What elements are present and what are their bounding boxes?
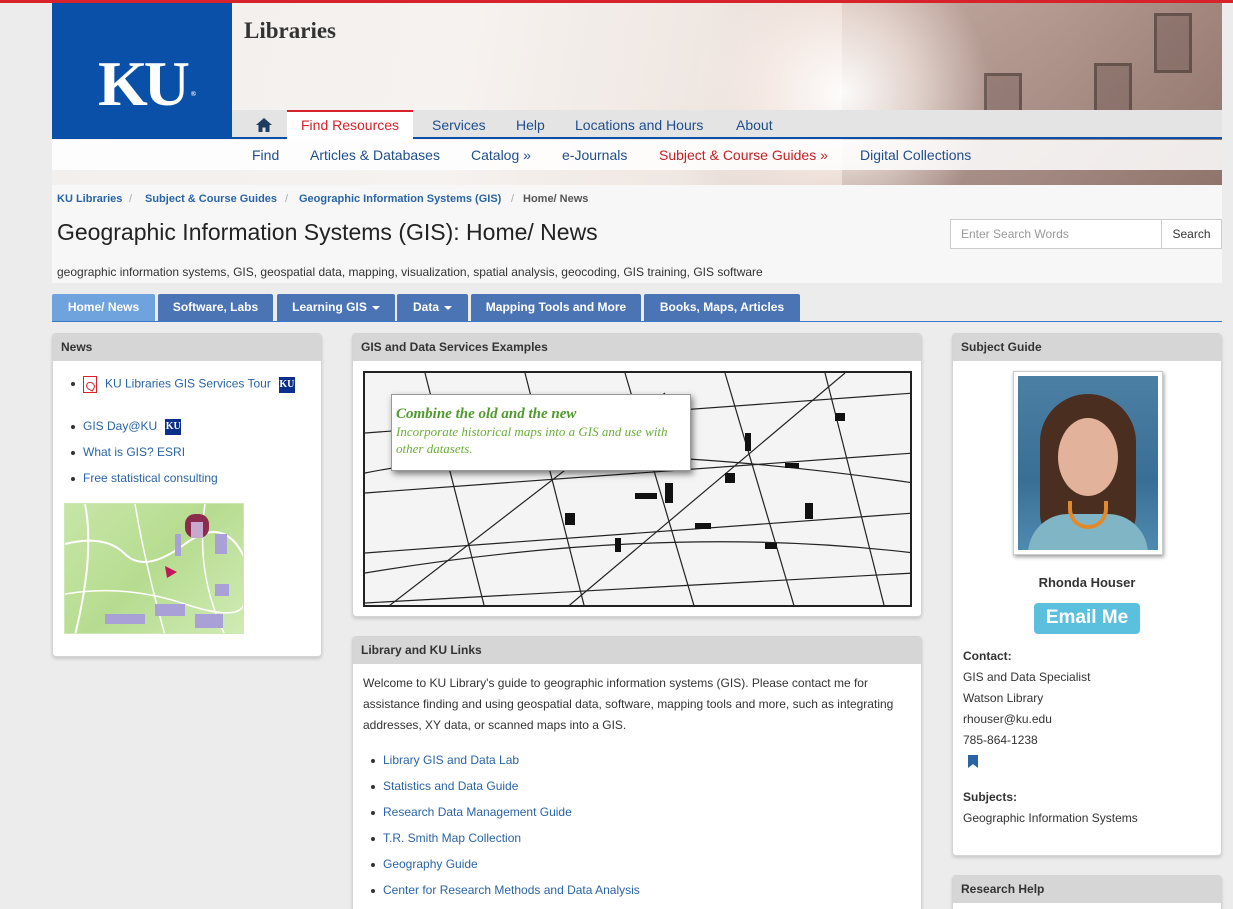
- avatar: [1018, 376, 1158, 550]
- link-statistics-guide[interactable]: Statistics and Data Guide: [383, 779, 518, 793]
- contact-email: rhouser@ku.edu: [963, 712, 1052, 726]
- bookmark-icon[interactable]: [968, 755, 978, 768]
- breadcrumb-separator: /: [511, 193, 515, 205]
- map-caption-title: Combine the old and the new: [396, 406, 577, 422]
- contact-location: Watson Library: [963, 691, 1044, 705]
- tab-books-maps-articles[interactable]: Books, Maps, Articles: [644, 294, 800, 321]
- map-caption-text: Incorporate historical maps into a GIS a…: [396, 424, 668, 456]
- news-panel: News KU Libraries GIS Services Tour KU GI…: [52, 333, 322, 657]
- list-item: T.R. Smith Map Collection: [365, 831, 921, 857]
- news-link-consulting[interactable]: Free statistical consulting: [83, 471, 218, 485]
- contact-title: GIS and Data Specialist: [963, 670, 1091, 684]
- list-item: Research Data Management Guide: [365, 805, 921, 831]
- news-list: KU Libraries GIS Services Tour KU GIS Day…: [65, 376, 295, 497]
- tab-mapping-tools[interactable]: Mapping Tools and More: [471, 294, 641, 321]
- email-me-button[interactable]: Email Me: [1034, 603, 1140, 634]
- tab-home-news[interactable]: Home/ News: [52, 294, 155, 321]
- list-item: GIS Day@KU KU: [65, 419, 295, 445]
- subjects-label: Subjects:: [963, 790, 1018, 804]
- map-caption-box: Combine the old and the new Incorporate …: [391, 394, 691, 471]
- guide-tabs: Home/ News Software, Labs Learning GIS D…: [52, 294, 1222, 322]
- nav-locations-hours[interactable]: Locations and Hours: [575, 110, 703, 139]
- nav-about[interactable]: About: [736, 110, 773, 139]
- links-heading: Library and KU Links: [353, 637, 921, 664]
- avatar-face: [1058, 418, 1118, 496]
- subnav-digital-collections[interactable]: Digital Collections: [860, 140, 971, 170]
- tab-learning-gis[interactable]: Learning GIS: [277, 294, 395, 321]
- link-map-collection[interactable]: T.R. Smith Map Collection: [383, 831, 521, 845]
- link-geography-guide[interactable]: Geography Guide: [383, 857, 478, 871]
- ku-badge-icon: KU: [165, 419, 182, 435]
- link-gis-data-lab[interactable]: Library GIS and Data Lab: [383, 753, 519, 767]
- contact-phone: 785-864-1238: [963, 733, 1038, 747]
- examples-heading: GIS and Data Services Examples: [353, 334, 921, 361]
- tab-data[interactable]: Data: [397, 294, 468, 321]
- news-link-gis-day[interactable]: GIS Day@KU: [83, 419, 157, 433]
- page-keywords: geographic information systems, GIS, geo…: [57, 265, 763, 279]
- subject-guide-panel: Subject Guide Rhonda Houser Email Me Con…: [952, 333, 1222, 856]
- historical-map-image[interactable]: Combine the old and the new Incorporate …: [363, 371, 912, 607]
- nav-help[interactable]: Help: [516, 110, 545, 139]
- tab-label: Data: [412, 300, 439, 314]
- subnav-catalog[interactable]: Catalog »: [471, 140, 531, 170]
- page-title: Geographic Information Systems (GIS): Ho…: [57, 219, 598, 245]
- nav-services[interactable]: Services: [432, 110, 486, 139]
- breadcrumb-gis-guide[interactable]: Geographic Information Systems (GIS): [299, 193, 501, 205]
- contact-label: Contact:: [963, 649, 1012, 663]
- search-input[interactable]: Enter Search Words: [950, 219, 1162, 249]
- breadcrumb-separator: /: [129, 193, 133, 205]
- secondary-nav: Find Articles & Databases Catalog » e-Jo…: [52, 140, 1222, 170]
- list-item: What is GIS? ESRI: [65, 445, 295, 471]
- caret-down-icon: [371, 305, 380, 310]
- links-panel: Library and KU Links Welcome to KU Libra…: [352, 636, 922, 909]
- list-item: Library GIS and Data Lab: [365, 753, 921, 779]
- subnav-find[interactable]: Find: [252, 140, 279, 170]
- subnav-articles-databases[interactable]: Articles & Databases: [310, 140, 440, 170]
- pdf-icon: [83, 376, 97, 393]
- link-research-methods[interactable]: Center for Research Methods and Data Ana…: [383, 883, 640, 897]
- news-link-esri[interactable]: What is GIS? ESRI: [83, 445, 185, 459]
- link-research-data-guide[interactable]: Research Data Management Guide: [383, 805, 572, 819]
- research-help-heading: Research Help: [953, 876, 1221, 903]
- intro-paragraph: Welcome to KU Library's guide to geograp…: [363, 676, 894, 732]
- subject-link-gis[interactable]: Geographic Information Systems: [963, 811, 1138, 825]
- home-icon[interactable]: [256, 110, 272, 139]
- campus-map-image[interactable]: [64, 503, 244, 634]
- ku-logo[interactable]: KU ®: [52, 3, 232, 139]
- list-item: Center for Research Methods and Data Ana…: [365, 883, 921, 909]
- list-item: Free statistical consulting: [65, 471, 295, 497]
- subnav-ejournals[interactable]: e-Journals: [562, 140, 627, 170]
- news-heading: News: [53, 334, 321, 361]
- list-item: KU Libraries GIS Services Tour KU: [65, 376, 295, 419]
- building-window: [1154, 13, 1192, 73]
- caret-down-icon: [444, 305, 452, 310]
- library-title[interactable]: Libraries: [244, 18, 336, 44]
- tab-software-labs[interactable]: Software, Labs: [158, 294, 273, 321]
- list-item: Statistics and Data Guide: [365, 779, 921, 805]
- librarian-name: Rhonda Houser: [1038, 575, 1136, 590]
- breadcrumb-separator: /: [285, 193, 289, 205]
- subject-guide-heading: Subject Guide: [953, 334, 1221, 361]
- subnav-subject-course-guides[interactable]: Subject & Course Guides »: [659, 140, 828, 170]
- list-item: Geography Guide: [365, 857, 921, 883]
- nav-find-resources[interactable]: Find Resources: [287, 110, 414, 140]
- links-list: Library GIS and Data Lab Statistics and …: [365, 753, 921, 909]
- examples-panel: GIS and Data Services Examples Combine t…: [352, 333, 922, 617]
- breadcrumb-ku-libraries[interactable]: KU Libraries: [57, 193, 122, 205]
- search-button[interactable]: Search: [1161, 219, 1222, 249]
- profile-photo: [1013, 371, 1163, 555]
- research-help-panel: Research Help: [952, 875, 1222, 909]
- news-link-tour[interactable]: KU Libraries GIS Services Tour: [105, 377, 271, 391]
- tab-label: Learning GIS: [292, 300, 367, 314]
- breadcrumb-subject-guides[interactable]: Subject & Course Guides: [145, 193, 277, 205]
- ku-badge-icon: KU: [278, 376, 295, 393]
- primary-nav: Find Resources Services Help Locations a…: [232, 110, 1222, 140]
- breadcrumb-current: Home/ News: [523, 193, 589, 205]
